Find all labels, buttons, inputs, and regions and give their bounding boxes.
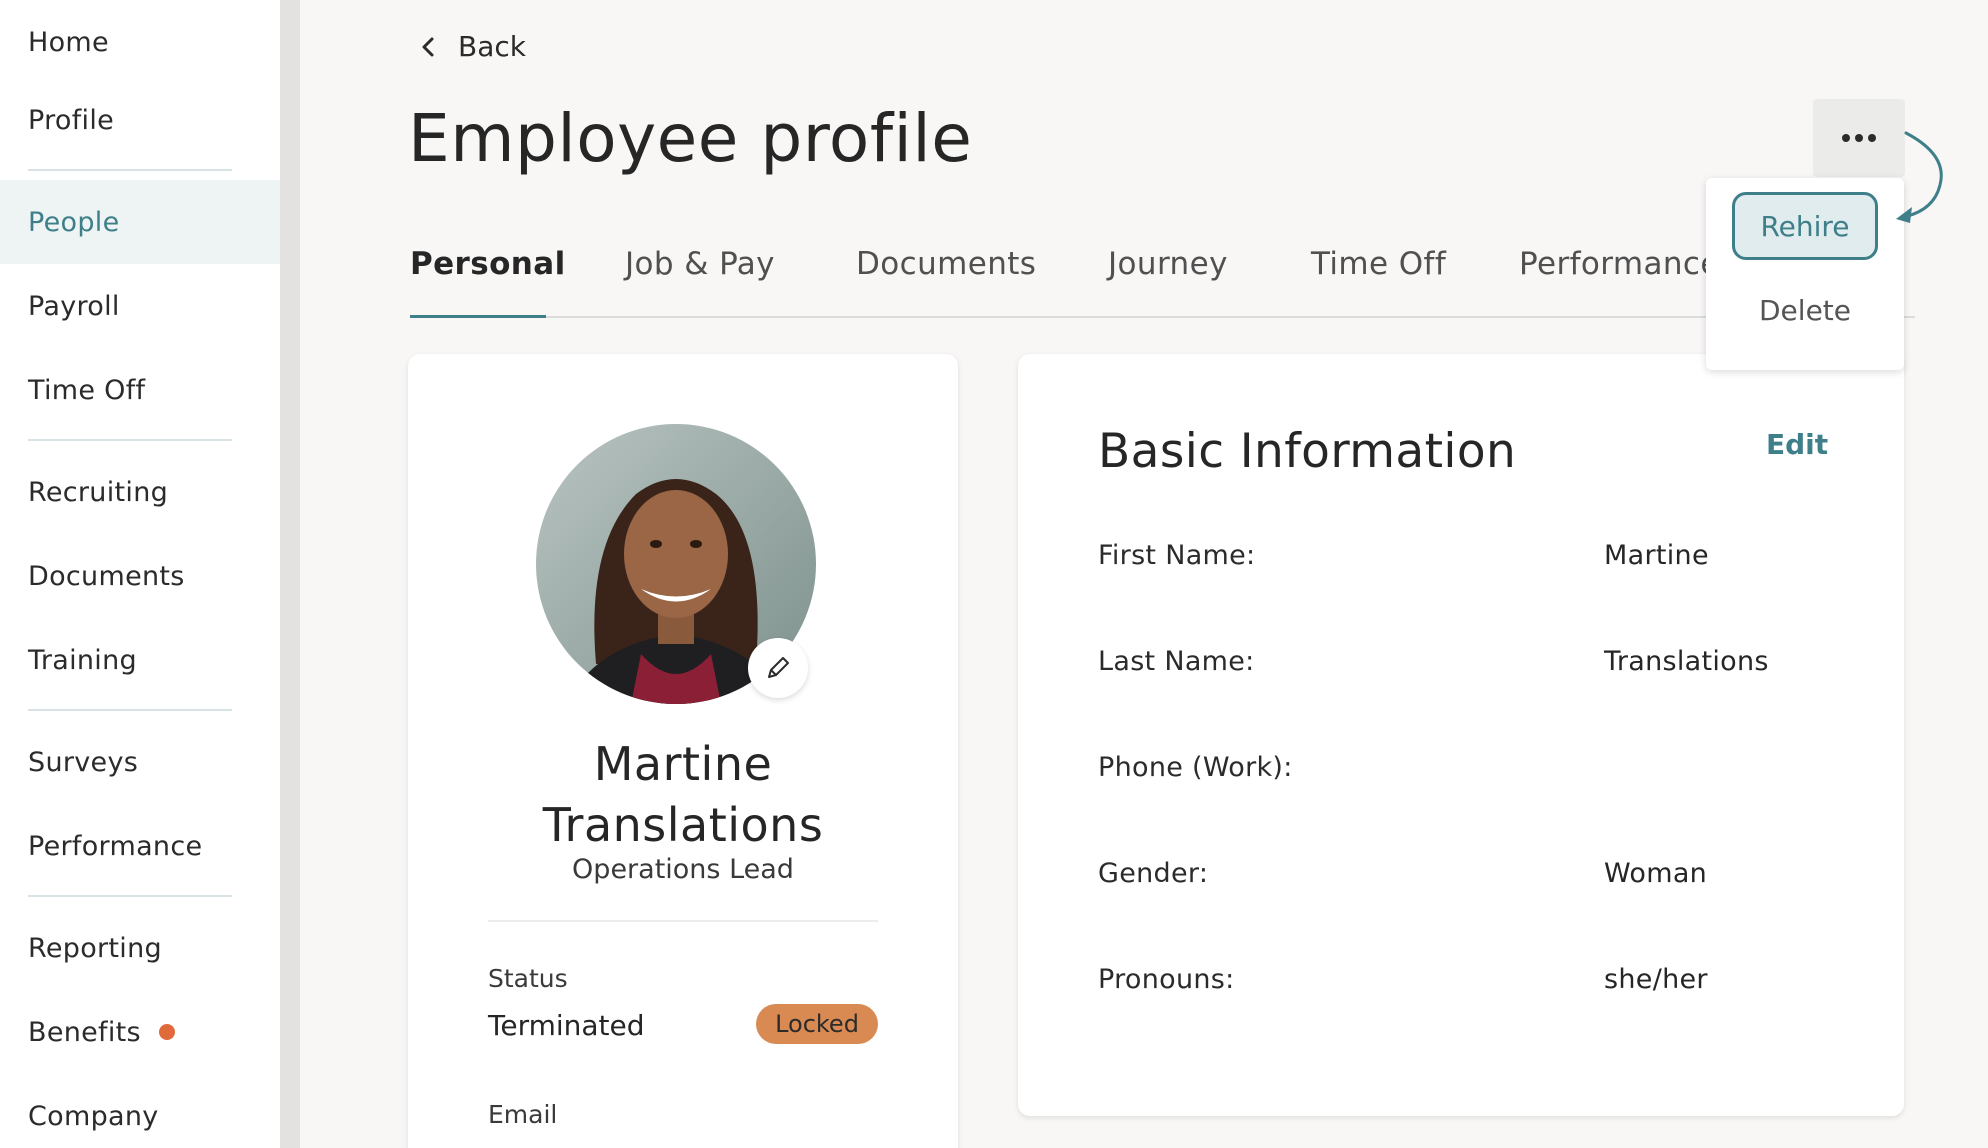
sidebar-item-benefits[interactable]: Benefits [0, 990, 280, 1074]
employee-summary-card: Martine Translations Operations Lead Sta… [408, 354, 958, 1148]
page-title: Employee profile [408, 100, 973, 177]
notification-dot [158, 1024, 175, 1040]
sidebar-item-company[interactable]: Company [0, 1074, 280, 1148]
last-name-value: Translations [1604, 646, 1769, 677]
sidebar: Home Profile People Payroll Time Off Rec… [0, 0, 280, 1148]
more-horizontal-icon [1842, 134, 1876, 142]
status-value: Terminated [488, 1009, 645, 1042]
pencil-icon [768, 657, 789, 678]
tab-label: Journey [1108, 246, 1228, 282]
sidebar-item-recruiting[interactable]: Recruiting [0, 450, 280, 534]
sidebar-item-label: Documents [28, 560, 185, 592]
pronouns-value: she/her [1604, 964, 1708, 995]
sidebar-item-training[interactable]: Training [0, 618, 280, 702]
sidebar-item-profile[interactable]: Profile [0, 78, 280, 162]
sidebar-item-label: Training [28, 644, 137, 676]
first-name-value: Martine [1604, 540, 1709, 571]
card-divider [488, 920, 878, 922]
tab-performance[interactable]: Performance [1519, 246, 1720, 282]
gender-value: Woman [1604, 858, 1708, 889]
curved-arrow-icon [1896, 131, 1943, 223]
back-label: Back [458, 30, 526, 63]
sidebar-item-label: Recruiting [28, 476, 169, 508]
tab-time-off[interactable]: Time Off [1311, 246, 1446, 282]
sidebar-divider [28, 895, 232, 897]
sidebar-item-home[interactable]: Home [0, 0, 280, 84]
tab-documents[interactable]: Documents [856, 246, 1036, 282]
tab-job-pay[interactable]: Job & Pay [625, 246, 775, 282]
email-label: Email [488, 1100, 558, 1129]
sidebar-divider [28, 439, 232, 441]
phone-work-label: Phone (Work): [1098, 752, 1293, 783]
tab-label: Documents [856, 246, 1037, 282]
last-name-label: Last Name: [1098, 646, 1255, 677]
sidebar-edge [280, 0, 300, 1148]
sidebar-divider [28, 169, 232, 171]
sidebar-item-reporting[interactable]: Reporting [0, 906, 280, 990]
sidebar-item-people[interactable]: People [0, 180, 280, 264]
employee-name: Martine Translations [408, 734, 958, 856]
tab-label: Personal [410, 246, 566, 282]
back-link[interactable]: Back [420, 30, 526, 63]
chevron-left-icon [422, 37, 434, 56]
sidebar-item-label: Time Off [28, 374, 146, 406]
tab-label: Job & Pay [625, 246, 775, 282]
sidebar-item-label: Reporting [28, 932, 162, 964]
employee-first-name: Martine [593, 737, 773, 791]
sidebar-item-label: Payroll [28, 290, 120, 322]
edit-button[interactable]: Edit [1766, 428, 1828, 461]
sidebar-item-time-off[interactable]: Time Off [0, 348, 280, 432]
first-name-label: First Name: [1098, 540, 1256, 571]
sidebar-item-documents[interactable]: Documents [0, 534, 280, 618]
tab-bar: Personal Job & Pay Documents Journey Tim… [410, 236, 1915, 318]
pronouns-label: Pronouns: [1098, 964, 1235, 995]
employee-last-name: Translations [542, 798, 824, 852]
section-title: Basic Information [1098, 424, 1517, 479]
status-badge: Locked [756, 1004, 878, 1044]
status-label: Status [488, 964, 568, 993]
sidebar-item-label: Surveys [28, 746, 139, 778]
sidebar-item-performance[interactable]: Performance [0, 804, 280, 888]
sidebar-item-label: Profile [28, 104, 115, 136]
sidebar-item-label: People [28, 206, 120, 238]
edit-photo-button[interactable] [748, 638, 808, 698]
tab-personal[interactable]: Personal [410, 246, 566, 282]
basic-information-card: Basic Information Edit First Name: Marti… [1018, 354, 1904, 1116]
active-tab-indicator [410, 315, 546, 318]
sidebar-item-payroll[interactable]: Payroll [0, 264, 280, 348]
employee-role: Operations Lead [572, 854, 794, 885]
more-actions-menu: Rehire Delete [1706, 178, 1904, 370]
sidebar-item-surveys[interactable]: Surveys [0, 720, 280, 804]
tab-journey[interactable]: Journey [1108, 246, 1228, 282]
sidebar-item-label: Company [28, 1100, 159, 1132]
gender-label: Gender: [1098, 858, 1209, 889]
rehire-menu-item[interactable]: Rehire [1732, 192, 1878, 260]
sidebar-item-label: Performance [28, 830, 203, 862]
delete-menu-item[interactable]: Delete [1706, 294, 1904, 327]
sidebar-item-label: Benefits [28, 1016, 141, 1048]
tab-label: Performance [1519, 246, 1720, 282]
tab-label: Time Off [1311, 246, 1447, 282]
sidebar-divider [28, 709, 232, 711]
sidebar-item-label: Home [28, 26, 109, 58]
